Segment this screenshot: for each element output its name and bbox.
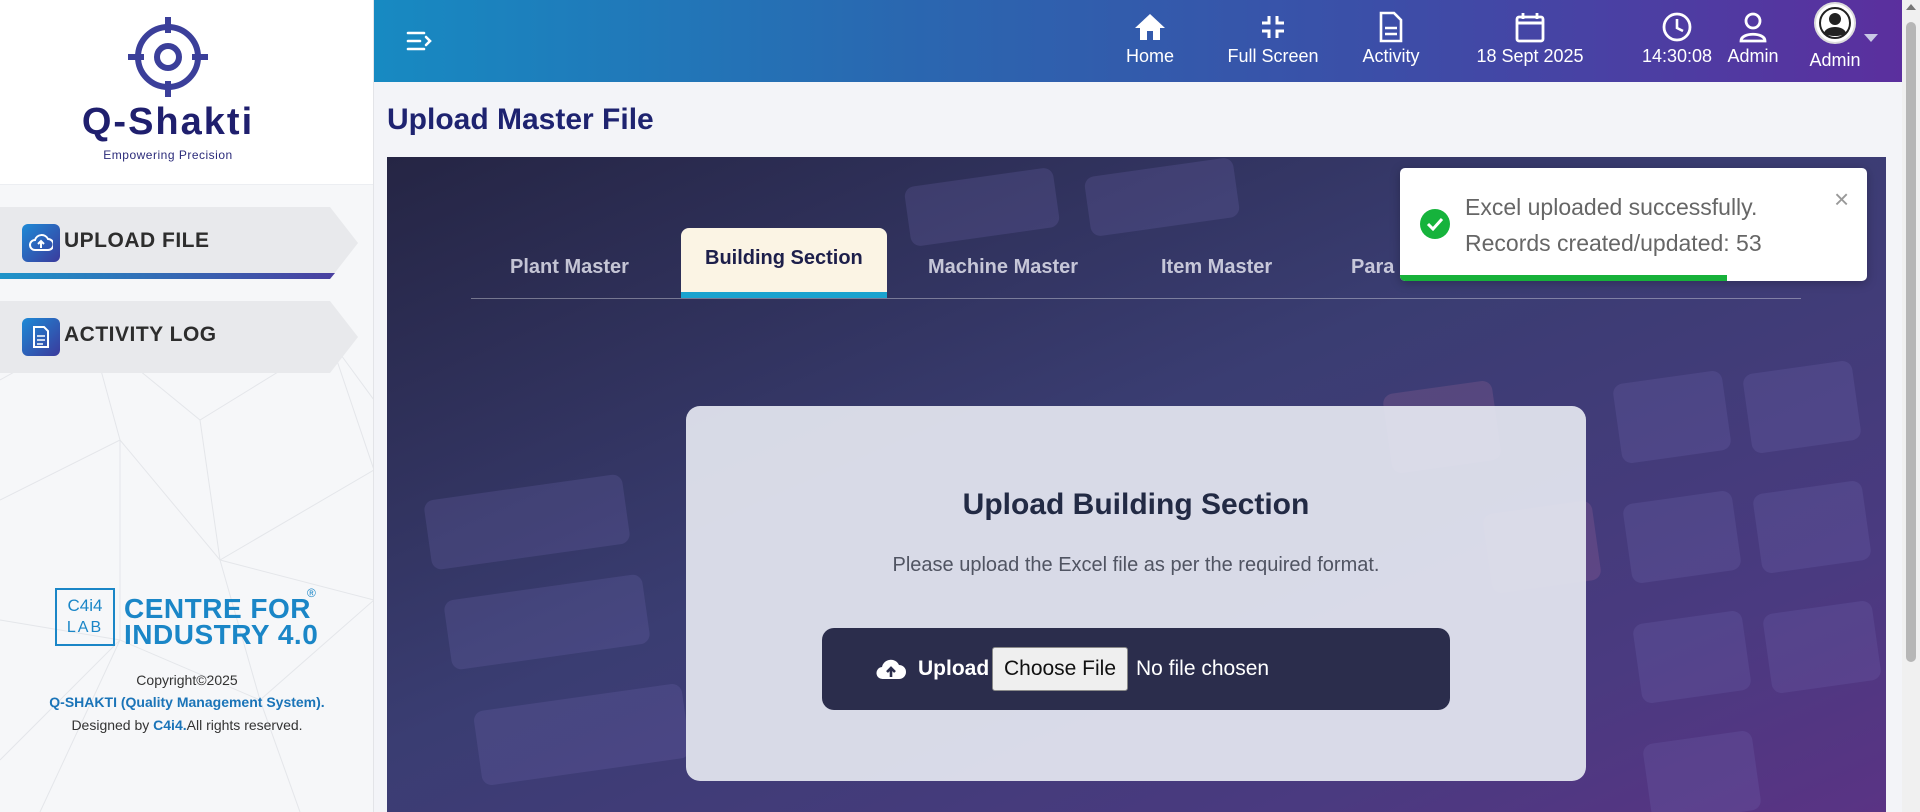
home-button[interactable]: Home	[1122, 8, 1178, 74]
full-screen-button[interactable]: Full Screen	[1218, 8, 1328, 74]
registered-mark: ®	[307, 586, 316, 600]
success-toast: Excel uploaded successfully. Records cre…	[1400, 168, 1867, 281]
tab-plant-master[interactable]: Plant Master	[510, 256, 629, 314]
calendar-icon	[1457, 8, 1603, 46]
upload-label: Upload	[918, 657, 990, 680]
system-name-text: Q-SHAKTI (Quality Management System).	[49, 694, 325, 710]
tab-item-master[interactable]: Item Master	[1161, 256, 1272, 314]
tab-machine-master[interactable]: Machine Master	[928, 256, 1078, 314]
toast-message-line2: Records created/updated: 53	[1465, 230, 1762, 256]
date-display: 18 Sept 2025	[1457, 8, 1603, 74]
logo-line-2: INDUSTRY 4.0	[124, 619, 319, 650]
file-upload-control[interactable]: Upload Choose File No file chosen	[822, 628, 1450, 710]
c4i4-lab-badge: C4i4 LAB	[55, 588, 115, 646]
user-role-button[interactable]: Admin	[1720, 8, 1786, 74]
tabs-underline	[471, 298, 1801, 299]
cloud-upload-icon	[22, 224, 60, 262]
cloud-upload-icon	[876, 659, 906, 680]
brand-header: Q-Shakti Empowering Precision	[0, 0, 373, 185]
designed-by-link[interactable]: C4i4.	[153, 717, 186, 733]
copyright-text: Copyright©2025	[136, 672, 238, 688]
upload-card-subtitle: Please upload the Excel file as per the …	[892, 554, 1380, 576]
profile-menu[interactable]: Admin	[1800, 2, 1870, 70]
user-icon	[1720, 8, 1786, 46]
centre-for-industry-text: CENTRE FOR INDUSTRY 4.0	[124, 595, 319, 650]
target-logo-icon	[128, 17, 208, 97]
file-status-text: No file chosen	[1136, 657, 1270, 680]
activity-label: Activity	[1362, 46, 1420, 66]
full-screen-label: Full Screen	[1227, 46, 1319, 66]
c4i4-badge-bottom: LAB	[66, 619, 104, 636]
upload-card-title: Upload Building Section	[962, 488, 1310, 521]
designed-prefix: Designed by	[71, 717, 154, 733]
chevron-down-icon[interactable]	[1864, 34, 1878, 42]
toast-message-line1: Excel uploaded successfully.	[1465, 194, 1758, 220]
date-label: 18 Sept 2025	[1476, 46, 1584, 66]
check-circle-icon	[1420, 209, 1450, 239]
designed-by-text: Designed by C4i4.All rights reserved.	[0, 717, 373, 733]
sidebar-item-label: ACTIVITY LOG	[64, 323, 217, 346]
sidebar: Q-Shakti Empowering Precision UPLOAD FIL…	[0, 0, 374, 812]
document-icon	[1355, 8, 1427, 46]
close-icon[interactable]: ×	[1834, 186, 1849, 212]
scroll-thumb[interactable]	[1906, 22, 1916, 662]
home-icon	[1122, 8, 1178, 46]
sidebar-item-label: UPLOAD FILE	[64, 229, 210, 252]
upload-card: Upload Building Section Please upload th…	[686, 406, 1586, 781]
document-icon	[22, 318, 60, 356]
user-role-label: Admin	[1727, 46, 1779, 66]
profile-name-label: Admin	[1809, 50, 1861, 70]
rights-text: All rights reserved.	[186, 717, 303, 733]
activity-button[interactable]: Activity	[1355, 8, 1427, 74]
sidebar-item-activity-log[interactable]: ACTIVITY LOG	[0, 301, 358, 373]
avatar[interactable]	[1814, 2, 1856, 44]
toast-progress-bar	[1400, 275, 1727, 281]
sidebar-item-upload-file[interactable]: UPLOAD FILE	[0, 207, 358, 279]
c4i4-badge-top: C4i4	[67, 596, 103, 615]
page-scrollbar[interactable]	[1902, 0, 1920, 812]
brand-tagline: Empowering Precision	[103, 148, 233, 162]
brand-name: Q-Shakti	[81, 101, 255, 143]
page-title: Upload Master File	[387, 103, 654, 136]
home-label: Home	[1125, 46, 1174, 66]
choose-file-button[interactable]: Choose File	[992, 647, 1128, 691]
tab-building-section[interactable]: Building Section	[681, 228, 887, 298]
c4i4-logo: C4i4 LAB CENTRE FOR INDUSTRY 4.0 ®	[55, 586, 323, 650]
menu-toggle-icon[interactable]	[404, 26, 434, 56]
scroll-up-arrow-icon[interactable]	[1906, 4, 1916, 10]
tab-parameter-master[interactable]: Para	[1351, 256, 1394, 314]
exit-fullscreen-icon	[1218, 8, 1328, 46]
top-header: Home Full Screen Activity 18 Sept 2025 1…	[374, 0, 1902, 82]
